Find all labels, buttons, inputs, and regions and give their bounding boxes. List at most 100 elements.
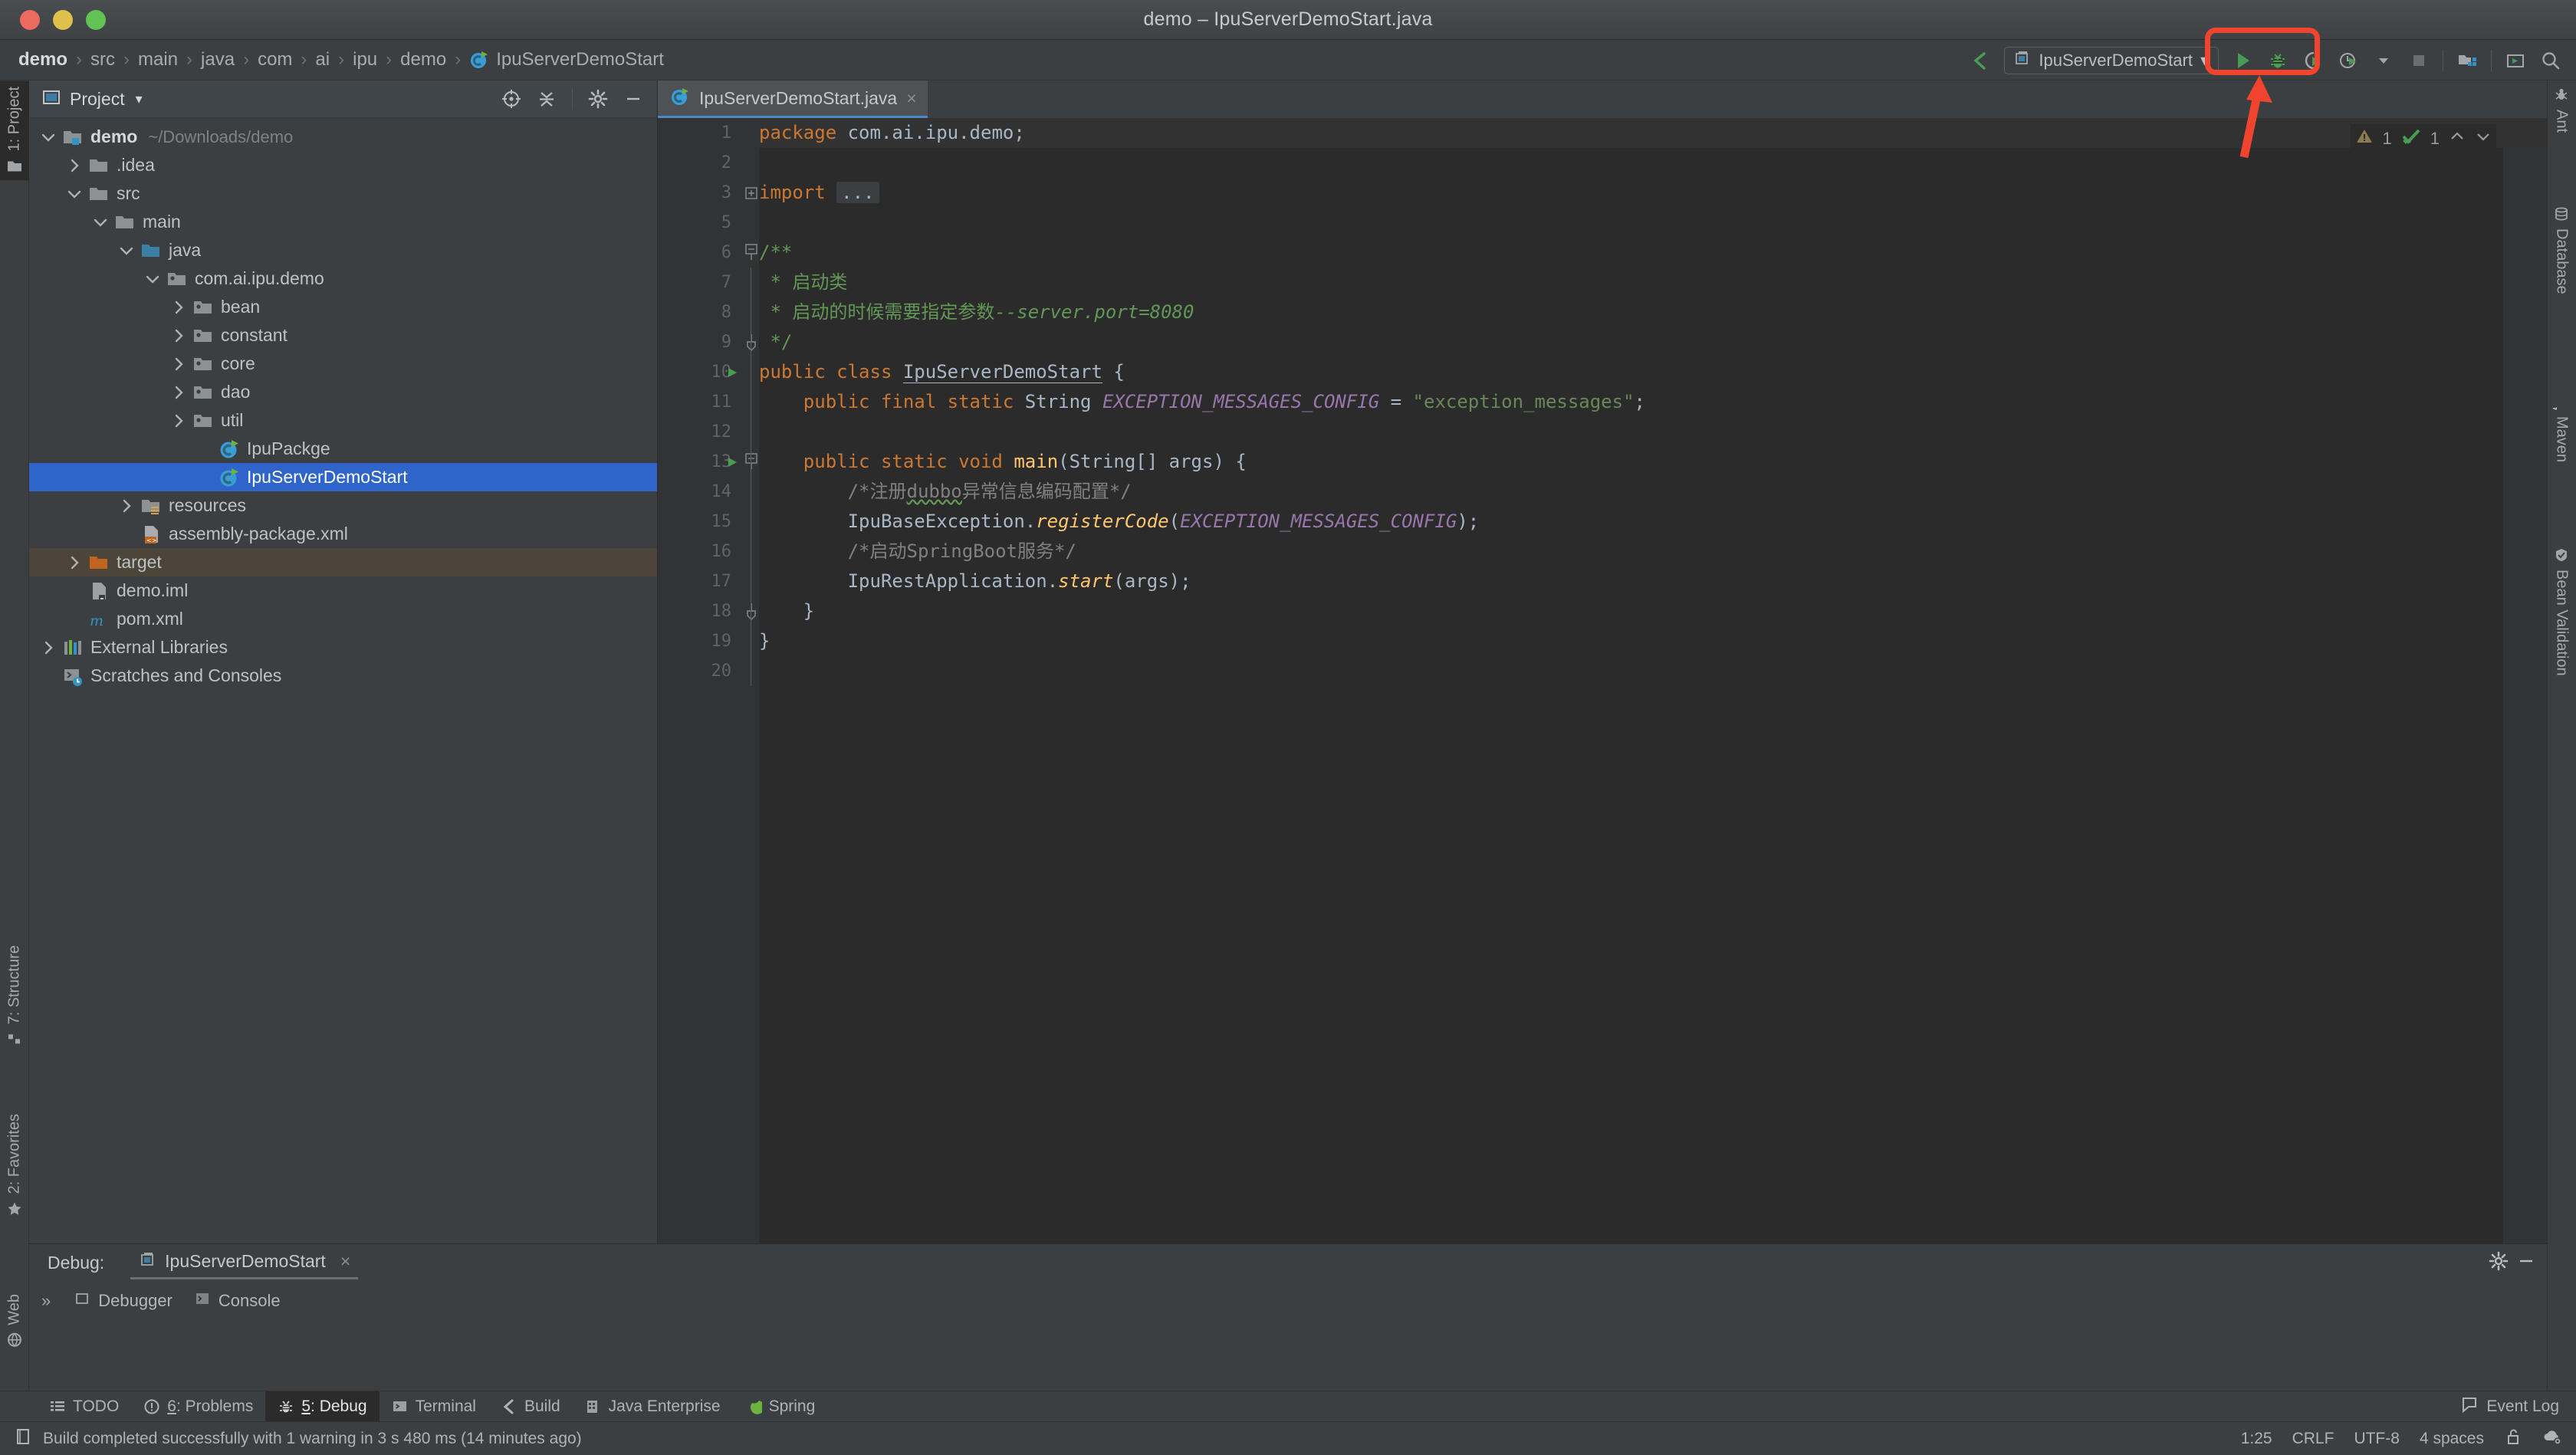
- chevron-down-icon[interactable]: [118, 242, 135, 259]
- encoding[interactable]: UTF-8: [2354, 1430, 2400, 1448]
- sidebar-item-maven[interactable]: m Maven: [2547, 387, 2576, 468]
- tree-node[interactable]: com.ai.ipu.demo: [29, 264, 657, 293]
- event-log-button[interactable]: Event Log: [2460, 1395, 2559, 1418]
- breadcrumb-item-demo-pkg[interactable]: demo: [400, 49, 446, 71]
- bottom-tool-terminal[interactable]: Terminal: [380, 1391, 488, 1422]
- tree-node[interactable]: demo~/Downloads/demo: [29, 123, 657, 151]
- breadcrumb-item-ipu[interactable]: ipu: [353, 49, 377, 71]
- run-configuration-selector[interactable]: IpuServerDemoStart ▾: [2004, 47, 2219, 74]
- unlocked-icon[interactable]: [2504, 1427, 2522, 1450]
- chevron-right-icon[interactable]: [118, 498, 135, 514]
- chevron-right-icon[interactable]: [170, 356, 187, 373]
- tree-node[interactable]: mpom.xml: [29, 605, 657, 633]
- tree-expand-toggle[interactable]: [167, 327, 190, 344]
- tree-node[interactable]: resources: [29, 491, 657, 520]
- minimize-button[interactable]: [617, 83, 649, 115]
- breadcrumb-item-com[interactable]: com: [258, 49, 292, 71]
- tree-expand-toggle[interactable]: [115, 242, 138, 259]
- tree-expand-toggle[interactable]: [63, 554, 86, 571]
- tree-expand-toggle[interactable]: [37, 129, 60, 146]
- breadcrumb-item-java[interactable]: java: [201, 49, 235, 71]
- tree-node[interactable]: core: [29, 350, 657, 378]
- bottom-tool-build[interactable]: Build: [488, 1391, 573, 1422]
- fold-marker[interactable]: [744, 238, 759, 268]
- profiler-button[interactable]: [2331, 44, 2366, 77]
- tree-node[interactable]: main: [29, 208, 657, 236]
- fold-marker[interactable]: [744, 596, 759, 626]
- sidebar-item-database[interactable]: Database: [2547, 199, 2576, 301]
- tree-expand-toggle[interactable]: [37, 639, 60, 656]
- breadcrumb[interactable]: demo › src › main › java › com › ai › ip…: [18, 49, 664, 71]
- line-separator[interactable]: CRLF: [2292, 1430, 2334, 1448]
- bottom-tool-todo[interactable]: TODO: [37, 1391, 131, 1422]
- tree-node[interactable]: src: [29, 179, 657, 208]
- bottom-tool-6-problems[interactable]: 6: Problems: [131, 1391, 265, 1422]
- tree-node[interactable]: <>assembly-package.xml: [29, 520, 657, 548]
- bottom-tool-window-bar[interactable]: TODO6: Problems5: DebugTerminalBuildJava…: [0, 1391, 2576, 1421]
- gear-icon[interactable]: [582, 83, 614, 115]
- tree-expand-toggle[interactable]: [167, 412, 190, 429]
- debug-session-tab[interactable]: IpuServerDemoStart ×: [130, 1246, 358, 1279]
- fold-marker[interactable]: [744, 178, 759, 208]
- tree-expand-toggle[interactable]: [167, 299, 190, 316]
- breadcrumb-item-main[interactable]: main: [138, 49, 178, 71]
- close-icon[interactable]: ×: [340, 1251, 350, 1272]
- run-gutter-marker[interactable]: [725, 447, 742, 477]
- tree-node-selected[interactable]: IpuServerDemoStart: [29, 463, 657, 491]
- terminal-button[interactable]: [2498, 44, 2533, 77]
- code-editor[interactable]: package com.ai.ipu.demo; import ... /** …: [658, 118, 2547, 1243]
- scroll-from-source-button[interactable]: [495, 83, 527, 115]
- bottom-tool-5-debug[interactable]: 5: Debug: [265, 1391, 379, 1422]
- import-fold-badge[interactable]: ...: [836, 182, 879, 203]
- chevron-right-icon[interactable]: [66, 157, 83, 174]
- fold-marker[interactable]: [744, 327, 759, 357]
- project-tree[interactable]: demo~/Downloads/demo.ideasrcmainjavacom.…: [29, 118, 657, 690]
- debug-button[interactable]: [2260, 44, 2295, 77]
- tree-node[interactable]: External Libraries: [29, 633, 657, 662]
- tree-expand-toggle[interactable]: [63, 157, 86, 174]
- tree-expand-toggle[interactable]: [141, 271, 164, 287]
- chevron-right-icon[interactable]: [170, 327, 187, 344]
- sidebar-item-favorites[interactable]: 2: Favorites: [0, 1108, 29, 1223]
- tree-node[interactable]: bean: [29, 293, 657, 321]
- expand-chevron-icon[interactable]: »: [29, 1291, 63, 1311]
- tree-node[interactable]: util: [29, 406, 657, 435]
- breadcrumb-item-ai[interactable]: ai: [315, 49, 330, 71]
- chevron-down-icon[interactable]: [2475, 128, 2492, 149]
- back-arrow-icon[interactable]: [1963, 44, 1998, 77]
- sidebar-item-web[interactable]: Web: [0, 1288, 29, 1355]
- debug-subtab-console[interactable]: Console: [183, 1290, 291, 1312]
- editor-fold-column[interactable]: [744, 118, 759, 1243]
- tree-expand-toggle[interactable]: [63, 186, 86, 202]
- bottom-tool-spring[interactable]: Spring: [733, 1391, 828, 1422]
- sidebar-item-project[interactable]: 1: Project: [0, 80, 29, 180]
- chevron-down-icon[interactable]: [2366, 44, 2401, 77]
- run-with-coverage-button[interactable]: [2295, 44, 2331, 77]
- debug-subtab-bar[interactable]: » Debugger Console: [29, 1281, 2547, 1321]
- tree-expand-toggle[interactable]: [167, 384, 190, 401]
- code-lines[interactable]: package com.ai.ipu.demo; import ... /** …: [759, 118, 2547, 1243]
- chevron-right-icon[interactable]: [170, 299, 187, 316]
- breadcrumb-item-src[interactable]: src: [90, 49, 115, 71]
- chevron-up-icon[interactable]: [2449, 128, 2466, 149]
- collapse-all-button[interactable]: [531, 83, 563, 115]
- chevron-down-icon[interactable]: [144, 271, 161, 287]
- sidebar-item-structure[interactable]: 7: Structure: [0, 939, 29, 1053]
- project-structure-button[interactable]: [2450, 44, 2485, 77]
- run-button[interactable]: [2225, 44, 2260, 77]
- tree-expand-toggle[interactable]: [115, 498, 138, 514]
- debug-subtab-debugger[interactable]: Debugger: [63, 1290, 183, 1312]
- stop-button[interactable]: [2401, 44, 2436, 77]
- gear-icon[interactable]: [2489, 1251, 2509, 1275]
- chevron-right-icon[interactable]: [170, 412, 187, 429]
- sidebar-item-bean-validation[interactable]: Bean Validation: [2547, 540, 2576, 682]
- chevron-right-icon[interactable]: [40, 639, 57, 656]
- search-everywhere-button[interactable]: [2533, 44, 2568, 77]
- tree-expand-toggle[interactable]: [89, 214, 112, 231]
- fold-marker[interactable]: [744, 447, 759, 477]
- editor-tab-ipuserverdemostart[interactable]: IpuServerDemoStart.java ×: [658, 80, 928, 118]
- indent-setting[interactable]: 4 spaces: [2420, 1430, 2484, 1448]
- tree-node[interactable]: .idea: [29, 151, 657, 179]
- tree-node[interactable]: dao: [29, 378, 657, 406]
- tree-node[interactable]: demo.iml: [29, 576, 657, 605]
